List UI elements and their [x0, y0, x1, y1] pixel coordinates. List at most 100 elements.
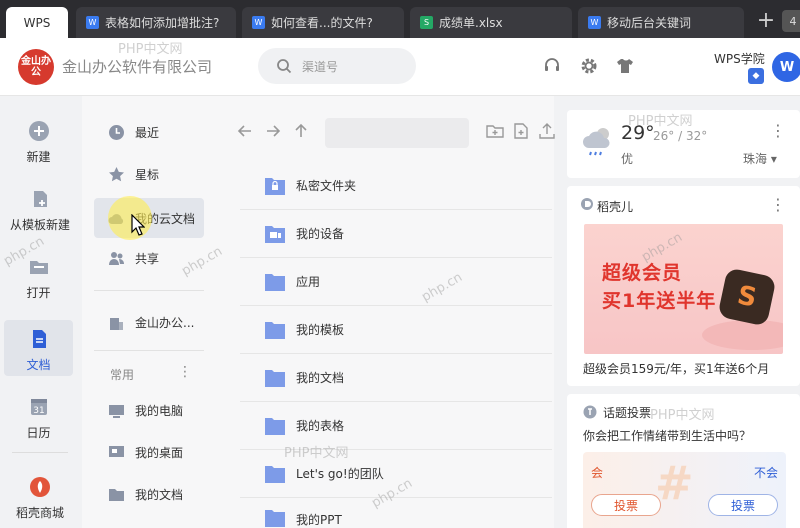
file-toolbar: [236, 118, 555, 148]
location-company[interactable]: 金山办公...: [94, 302, 204, 342]
nav-open[interactable]: 打开: [4, 248, 73, 304]
upload-button[interactable]: [538, 122, 558, 142]
company-icon: [110, 317, 123, 330]
file-row[interactable]: 私密文件夹: [240, 162, 552, 210]
city-selector[interactable]: 珠海 ▾: [743, 150, 777, 167]
vote-yes-button[interactable]: 投票: [591, 494, 661, 516]
location-label: 金山办公...: [135, 315, 195, 330]
file-name: Let's go!的团队: [296, 467, 384, 481]
nav-label: 从模板新建: [9, 218, 70, 232]
location-label: 最近: [135, 125, 160, 140]
location-my-computer[interactable]: 我的电脑: [94, 390, 204, 430]
ad-brand: 稻壳儿: [597, 200, 634, 214]
nav-new-from-template[interactable]: 从模板新建: [0, 180, 80, 236]
forward-button[interactable]: [264, 122, 284, 142]
vote-no-button[interactable]: 投票: [708, 494, 778, 516]
arrow-left-icon: [237, 125, 251, 137]
desktop-icon: [109, 445, 124, 457]
nav-docer-store[interactable]: 稻壳商城: [0, 468, 80, 524]
folder-icon: [265, 321, 285, 339]
weather-more-button[interactable]: ⋮: [770, 123, 786, 139]
tab-label: 成绩单.xlsx: [439, 16, 503, 30]
up-button[interactable]: [292, 122, 312, 142]
ad-line-2: 买1年送半年: [602, 290, 717, 312]
back-button[interactable]: [236, 122, 256, 142]
ad-caption[interactable]: 超级会员159元/年，买1年送6个月: [583, 360, 769, 377]
calendar-day-number: 31: [33, 406, 44, 416]
lock-folder-icon: [265, 177, 285, 195]
file-row[interactable]: 我的模板: [240, 306, 552, 354]
location-label: 我的文档: [135, 487, 184, 502]
file-name: 我的模板: [296, 323, 345, 337]
poll-option-no: 不会: [753, 466, 778, 480]
arrow-up-icon: [295, 123, 307, 137]
cursor-highlight: [108, 196, 152, 240]
new-file-button[interactable]: [512, 122, 532, 142]
nav-documents[interactable]: 文档: [4, 320, 73, 376]
folder-icon: [265, 417, 285, 435]
file-row[interactable]: 我的表格: [240, 402, 552, 450]
ad-banner[interactable]: 超级会员 买1年送半年 S: [584, 224, 783, 354]
document-icon: [32, 330, 46, 348]
star-icon: [109, 166, 124, 181]
common-more-button[interactable]: ⋮: [178, 364, 192, 380]
nav-label: 日历: [26, 426, 51, 440]
search-box[interactable]: 渠道号: [258, 48, 416, 84]
location-my-desktop[interactable]: 我的桌面: [94, 432, 204, 472]
tab-label: 如何查看...的文件?: [271, 16, 373, 30]
tab-spreadsheet[interactable]: S 成绩单.xlsx: [410, 7, 572, 38]
tab-document-3[interactable]: W 移动后台关键词: [578, 7, 744, 38]
new-folder-button[interactable]: [486, 122, 506, 142]
weather-range: 26° / 32°: [653, 129, 708, 143]
header: 金山办公 金山办公软件有限公司 渠道号 WPS学院 ◆ W: [0, 38, 800, 96]
folder-icon: [265, 369, 285, 387]
new-tab-button[interactable]: +: [752, 6, 780, 34]
tab-count-button[interactable]: 4: [782, 10, 800, 32]
company-name[interactable]: 金山办公软件有限公司: [62, 56, 212, 77]
computer-icon: [109, 404, 124, 418]
path-bar[interactable]: [325, 118, 469, 148]
location-label: 我的桌面: [135, 445, 184, 460]
tab-document-1[interactable]: W 表格如何添加增批注?: [76, 7, 236, 38]
folder-open-icon: [29, 261, 48, 274]
search-placeholder: 渠道号: [302, 59, 339, 74]
ad-more-button[interactable]: ⋮: [770, 197, 786, 213]
nav-new[interactable]: 新建: [4, 112, 73, 168]
location-my-documents[interactable]: 我的文档: [94, 474, 204, 514]
wps-logo[interactable]: W: [772, 52, 800, 82]
location-shared[interactable]: 共享: [94, 238, 204, 278]
wps-academy-link[interactable]: WPS学院: [714, 50, 765, 67]
nav-divider: [12, 452, 68, 453]
nav-label: 稻壳商城: [15, 506, 64, 520]
docer-ad-card: 稻壳儿 ⋮ 超级会员 买1年送半年 S 超级会员159元/年，买1年送6个月: [567, 186, 800, 386]
nav-label: 新建: [26, 150, 51, 164]
file-name: 私密文件夹: [296, 179, 357, 193]
location-recent[interactable]: 最近: [94, 112, 204, 152]
file-row[interactable]: 我的设备: [240, 210, 552, 258]
poll-option-yes: 会: [591, 466, 604, 480]
docer-brand-icon: [581, 198, 593, 210]
file-name: 我的PPT: [296, 513, 342, 527]
location-starred[interactable]: 星标: [94, 154, 204, 194]
file-row[interactable]: Let's go!的团队: [240, 450, 552, 498]
tab-wps-home[interactable]: WPS: [6, 7, 68, 38]
device-folder-icon: [265, 225, 285, 243]
word-file-icon: W: [252, 16, 265, 29]
gear-icon[interactable]: [579, 56, 599, 76]
tab-document-2[interactable]: W 如何查看...的文件?: [242, 7, 404, 38]
file-row[interactable]: 应用: [240, 258, 552, 306]
location-divider: [94, 350, 204, 351]
word-file-icon: W: [86, 16, 99, 29]
nav-calendar[interactable]: 31 日历: [4, 388, 73, 444]
file-row[interactable]: 我的文档: [240, 354, 552, 402]
nav-label: 文档: [26, 358, 51, 372]
poll-question: 你会把工作情绪带到生活中吗？: [583, 429, 752, 443]
headset-icon[interactable]: [542, 56, 562, 76]
file-row[interactable]: 我的PPT: [240, 498, 552, 528]
file-name: 我的文档: [296, 371, 345, 385]
ad-line-1: 超级会员: [602, 262, 683, 284]
skin-shirt-icon[interactable]: [615, 56, 635, 76]
poll-options: # 会 不会 投票 投票: [583, 452, 786, 528]
common-section-label: 常用: [110, 368, 135, 382]
location-label: 星标: [135, 167, 160, 182]
